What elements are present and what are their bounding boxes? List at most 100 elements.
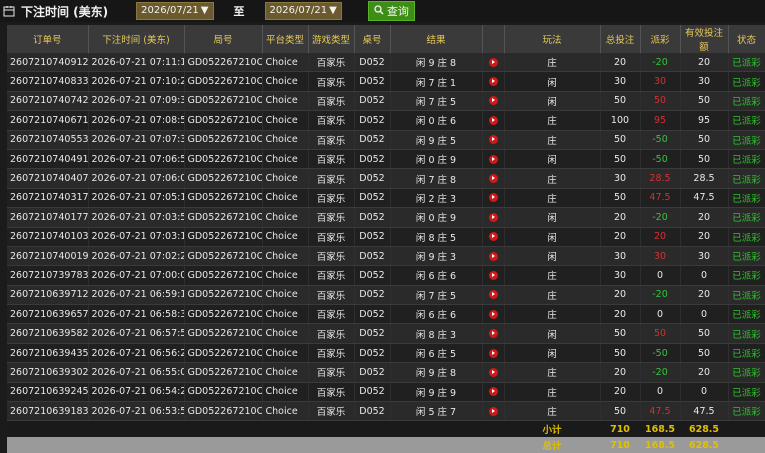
time-cell: 2026-07-21 07:10:25 <box>88 71 185 92</box>
video-play-icon[interactable] <box>488 154 498 164</box>
video-cell[interactable] <box>482 149 505 170</box>
query-button[interactable]: 查询 <box>367 1 415 21</box>
order-cell: 260721063971209 <box>7 285 89 306</box>
time-cell: 2026-07-21 06:55:05 <box>88 362 185 383</box>
table-body: 2607210740912942026-07-21 07:11:10GD0522… <box>7 53 765 422</box>
payout-cell: 28.5 <box>640 168 681 189</box>
video-cell[interactable] <box>482 401 505 422</box>
end-date-value: 2026/07/21 <box>269 5 328 16</box>
video-cell[interactable] <box>482 110 505 131</box>
video-cell[interactable] <box>482 382 505 403</box>
video-cell[interactable] <box>482 91 505 112</box>
video-play-icon[interactable] <box>488 329 498 339</box>
valid-cell: 28.5 <box>680 168 729 189</box>
video-play-icon[interactable] <box>488 232 498 242</box>
valid-cell: 50 <box>680 91 729 112</box>
bet-cell: 50 <box>600 130 641 150</box>
play-cell: 庄 <box>504 401 601 422</box>
video-play-icon[interactable] <box>488 77 498 87</box>
video-play-icon[interactable] <box>488 309 498 319</box>
video-cell[interactable] <box>482 188 505 209</box>
platform-cell: Choice <box>262 362 309 383</box>
video-play-icon[interactable] <box>488 251 498 261</box>
play-cell: 闲 <box>504 207 601 228</box>
table-row: 2607210740912942026-07-21 07:11:10GD0522… <box>7 53 765 73</box>
time-cell: 2026-07-21 06:53:52 <box>88 401 185 422</box>
order-cell: 260721074031744 <box>7 188 89 209</box>
video-play-icon[interactable] <box>488 96 498 106</box>
video-play-icon[interactable] <box>488 406 498 416</box>
start-date-value: 2026/07/21 <box>141 5 199 16</box>
video-cell[interactable] <box>482 343 505 364</box>
table-no-cell: D052 <box>354 304 391 325</box>
valid-cell: 0 <box>680 304 729 325</box>
valid-cell: 0 <box>680 382 729 403</box>
play-cell: 庄 <box>504 168 601 189</box>
video-cell[interactable] <box>482 246 505 267</box>
order-cell: 260721063965735 <box>7 304 89 325</box>
round-cell: GD052267210O9 <box>184 382 263 403</box>
video-play-icon[interactable] <box>488 348 498 358</box>
video-cell[interactable] <box>482 265 505 286</box>
table-no-cell: D052 <box>354 110 391 131</box>
play-cell: 庄 <box>504 130 601 150</box>
video-cell[interactable] <box>482 285 505 306</box>
video-play-icon[interactable] <box>488 270 498 280</box>
payout-cell: 47.5 <box>640 401 681 422</box>
video-cell[interactable] <box>482 53 505 73</box>
play-cell: 庄 <box>504 304 601 325</box>
video-play-icon[interactable] <box>488 367 498 377</box>
result-cell: 闲 9 庄 3 <box>390 246 483 267</box>
valid-cell: 30 <box>680 71 729 92</box>
video-cell[interactable] <box>482 304 505 325</box>
bet-cell: 50 <box>600 188 641 209</box>
video-cell[interactable] <box>482 71 505 92</box>
chevron-down-icon: ▼ <box>200 5 209 16</box>
video-play-icon[interactable] <box>488 193 498 203</box>
game-cell: 百家乐 <box>308 227 355 247</box>
start-date-select[interactable]: 2026/07/21 ▼ <box>136 2 214 20</box>
order-cell: 260721074083395 <box>7 71 89 92</box>
video-play-icon[interactable] <box>488 212 498 222</box>
end-date-select[interactable]: 2026/07/21 ▼ <box>264 2 342 20</box>
status-cell: 已派彩 <box>728 227 765 247</box>
result-cell: 闲 9 庄 9 <box>390 382 483 403</box>
video-cell[interactable] <box>482 362 505 383</box>
platform-cell: Choice <box>262 91 309 112</box>
platform-cell: Choice <box>262 149 309 170</box>
table-row: 2607210639582772026-07-21 06:57:52GD0522… <box>7 323 765 344</box>
video-cell[interactable] <box>482 323 505 344</box>
platform-cell: Choice <box>262 168 309 189</box>
payout-cell: 30 <box>640 71 681 92</box>
video-play-icon[interactable] <box>488 387 498 397</box>
subtotal-row: 小计 710 168.5 628.5 <box>7 420 765 438</box>
payout-cell: 20 <box>640 227 681 247</box>
payout-cell: -50 <box>640 343 681 364</box>
video-cell[interactable] <box>482 207 505 228</box>
round-cell: GD052267210OT <box>184 91 263 112</box>
round-cell: GD052267210OQ <box>184 130 263 150</box>
video-play-icon[interactable] <box>488 174 498 184</box>
video-cell[interactable] <box>482 130 505 150</box>
game-cell: 百家乐 <box>308 401 355 422</box>
round-cell: GD052267210OK <box>184 227 263 247</box>
video-play-icon[interactable] <box>488 135 498 145</box>
result-cell: 闲 0 庄 6 <box>390 110 483 131</box>
subtotal-label: 小计 <box>504 420 600 438</box>
video-play-icon[interactable] <box>488 115 498 125</box>
platform-cell: Choice <box>262 285 309 306</box>
bet-cell: 50 <box>600 401 641 422</box>
video-play-icon[interactable] <box>488 290 498 300</box>
status-cell: 已派彩 <box>728 343 765 364</box>
table-row: 2607210740103892026-07-21 07:03:12GD0522… <box>7 227 765 247</box>
payout-cell: -50 <box>640 130 681 150</box>
play-cell: 闲 <box>504 149 601 170</box>
table-row: 2607210639302222026-07-21 06:55:05GD0522… <box>7 362 765 383</box>
status-cell: 已派彩 <box>728 246 765 267</box>
video-cell[interactable] <box>482 227 505 247</box>
video-cell[interactable] <box>482 168 505 189</box>
video-play-icon[interactable] <box>488 57 498 67</box>
round-cell: GD052267210OA <box>184 362 263 383</box>
valid-cell: 20 <box>680 53 729 73</box>
game-cell: 百家乐 <box>308 110 355 131</box>
